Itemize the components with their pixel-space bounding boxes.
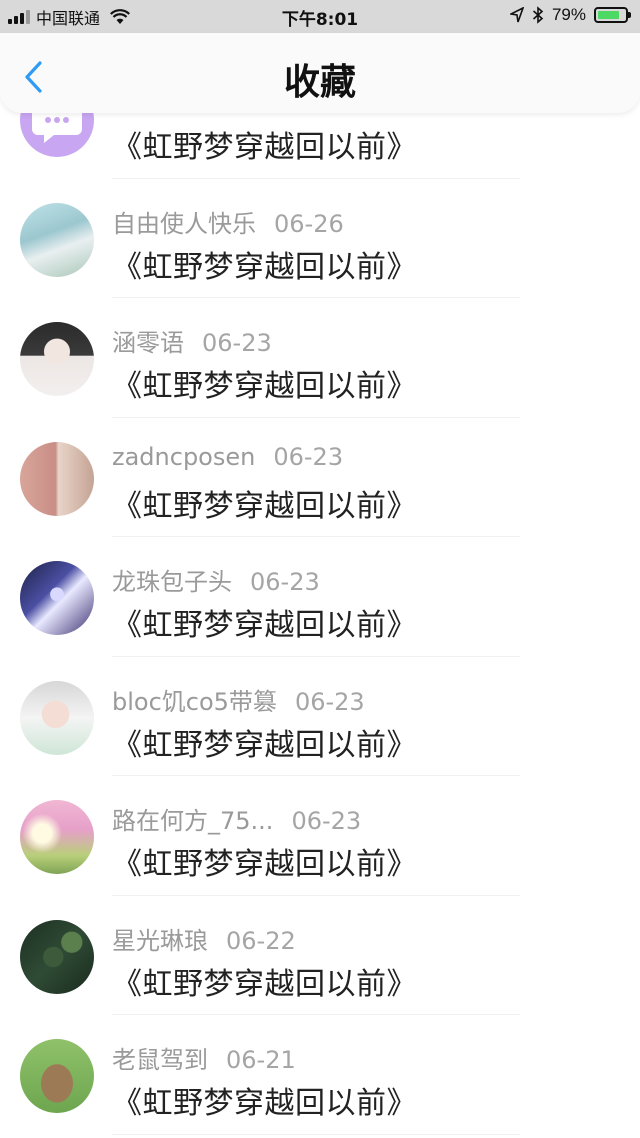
list-item[interactable]: 路在何方_75... 06-23 《虹野梦穿越回以前》 xyxy=(0,776,640,896)
favorites-list: 《虹野梦穿越回以前》 自由使人快乐 06-26 《虹野梦穿越回以前》 涵零语 0… xyxy=(0,113,640,1135)
list-item[interactable]: 星光琳琅 06-22 《虹野梦穿越回以前》 xyxy=(0,896,640,1016)
item-meta: 星光琳琅 06-22 xyxy=(112,921,296,956)
username[interactable]: 星光琳琅 xyxy=(112,921,208,956)
book-title[interactable]: 《虹野梦穿越回以前》 xyxy=(112,600,417,644)
book-title[interactable]: 《虹野梦穿越回以前》 xyxy=(112,959,417,1003)
date: 06-26 xyxy=(274,209,344,238)
avatar[interactable] xyxy=(20,680,94,755)
page-title: 收藏 xyxy=(283,62,356,103)
avatar[interactable] xyxy=(20,202,94,277)
book-title[interactable]: 《虹野梦穿越回以前》 xyxy=(112,122,417,166)
item-meta: 涵零语 06-23 xyxy=(112,323,272,358)
item-meta: 龙珠包子头 06-23 xyxy=(112,562,320,597)
navigation-bar: 收藏 xyxy=(0,33,640,113)
book-title[interactable]: 《虹野梦穿越回以前》 xyxy=(112,361,417,405)
item-meta: 老鼠驾到 06-21 xyxy=(112,1040,296,1075)
date: 06-23 xyxy=(294,687,365,716)
username[interactable]: zadncposen xyxy=(112,443,255,471)
bluetooth-icon xyxy=(532,6,544,24)
item-meta: 自由使人快乐 06-26 xyxy=(112,204,344,239)
battery-percent: 79% xyxy=(551,5,586,24)
list-item[interactable]: 自由使人快乐 06-26 《虹野梦穿越回以前》 xyxy=(0,179,640,299)
list-item[interactable]: 龙珠包子头 06-23 《虹野梦穿越回以前》 xyxy=(0,537,640,657)
battery-fill xyxy=(598,11,619,19)
date: 06-23 xyxy=(250,568,320,596)
username[interactable]: 老鼠驾到 xyxy=(112,1040,208,1075)
book-title[interactable]: 《虹野梦穿越回以前》 xyxy=(112,839,417,883)
location-icon xyxy=(509,7,524,23)
list-item[interactable]: 《虹野梦穿越回以前》 xyxy=(0,113,640,179)
favorites-list-container[interactable]: 《虹野梦穿越回以前》 自由使人快乐 06-26 《虹野梦穿越回以前》 涵零语 0… xyxy=(0,113,640,1138)
date: 06-23 xyxy=(273,442,344,471)
book-title[interactable]: 《虹野梦穿越回以前》 xyxy=(112,481,417,525)
book-title[interactable]: 《虹野梦穿越回以前》 xyxy=(112,1078,417,1122)
book-title[interactable]: 《虹野梦穿越回以前》 xyxy=(112,720,417,764)
status-bar: 中国联通 下午8:01 79% xyxy=(0,0,640,33)
list-item[interactable]: zadncposen 06-23 《虹野梦穿越回以前》 xyxy=(0,418,640,538)
list-item[interactable]: bloc饥co5带篡 06-23 《虹野梦穿越回以前》 xyxy=(0,657,640,777)
date: 06-21 xyxy=(226,1046,296,1074)
avatar[interactable] xyxy=(20,561,94,635)
username[interactable]: 路在何方_75... xyxy=(112,801,273,836)
avatar[interactable] xyxy=(20,800,94,874)
list-item[interactable]: 老鼠驾到 06-21 《虹野梦穿越回以前》 xyxy=(0,1015,640,1135)
item-meta: 路在何方_75... 06-23 xyxy=(112,801,361,836)
username[interactable]: 涵零语 xyxy=(112,323,184,358)
username[interactable]: 自由使人快乐 xyxy=(112,204,256,239)
avatar[interactable] xyxy=(20,441,94,516)
avatar[interactable] xyxy=(20,1039,94,1113)
status-right: 79% xyxy=(509,5,631,25)
avatar[interactable] xyxy=(20,919,94,994)
avatar[interactable] xyxy=(20,322,94,396)
list-item[interactable]: 涵零语 06-23 《虹野梦穿越回以前》 xyxy=(0,298,640,418)
date: 06-22 xyxy=(226,926,296,955)
book-title[interactable]: 《虹野梦穿越回以前》 xyxy=(112,242,417,286)
item-meta: zadncposen 06-23 xyxy=(112,443,343,471)
chat-bubble-avatar-icon xyxy=(32,113,82,143)
username[interactable]: 龙珠包子头 xyxy=(112,562,232,597)
date: 06-23 xyxy=(202,329,272,357)
battery-icon xyxy=(594,7,631,23)
date: 06-23 xyxy=(291,807,362,835)
username[interactable]: bloc饥co5带篡 xyxy=(112,682,277,717)
avatar[interactable] xyxy=(20,113,94,157)
item-meta: bloc饥co5带篡 06-23 xyxy=(112,682,365,717)
